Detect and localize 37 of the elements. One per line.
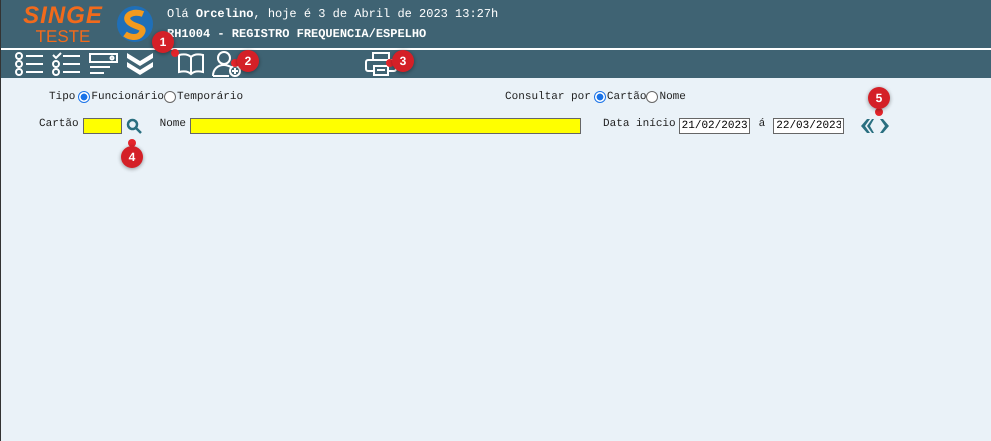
search-by-label: Consultar por: [505, 91, 591, 103]
start-date-label: Data início: [603, 118, 676, 130]
type-radio-option[interactable]: Funcionário: [78, 91, 164, 103]
type-radio-option[interactable]: Temporário: [164, 91, 244, 103]
card-label: Cartão: [39, 118, 79, 130]
checklist-icon[interactable]: [52, 52, 82, 76]
name-label: Nome: [160, 118, 186, 130]
list-icon[interactable]: [15, 52, 45, 76]
name-input-field[interactable]: [190, 118, 582, 134]
start-date-field[interactable]: 21/02/2023: [678, 118, 750, 134]
printer-icon[interactable]: [365, 52, 397, 76]
search-icon[interactable]: [126, 118, 142, 134]
logo-emblem-icon: [115, 4, 155, 44]
search-by-radio-option[interactable]: Cartão: [594, 91, 646, 103]
marker-dot-icon: [128, 139, 136, 147]
radio-icon[interactable]: [646, 91, 658, 103]
radio-icon[interactable]: [594, 91, 606, 103]
form-icon[interactable]: [89, 52, 119, 76]
type-label: Tipo: [49, 91, 76, 103]
radio-icon[interactable]: [164, 91, 176, 103]
step-marker: 5: [868, 87, 890, 109]
radio-icon[interactable]: [78, 91, 90, 103]
logo-text: SINGE: [23, 4, 103, 28]
chevrons-down-icon[interactable]: [126, 51, 154, 77]
end-date-field[interactable]: 22/03/2023: [773, 118, 844, 134]
logo-subtitle: TESTE: [36, 28, 90, 44]
book-icon[interactable]: [177, 52, 205, 76]
next-period-icon[interactable]: [878, 119, 892, 133]
page-title: RH1004 - REGISTRO FREQUENCIA/ESPELHO: [167, 27, 428, 41]
card-input-field[interactable]: [82, 118, 122, 134]
step-marker: 4: [121, 146, 143, 168]
greeting-text: Olá Orcelino, hoje é 3 de Abril de 2023 13:27h: [167, 7, 498, 21]
marker-dot-icon: [875, 108, 883, 116]
add-user-icon[interactable]: [212, 51, 242, 77]
previous-period-icon[interactable]: [861, 119, 874, 133]
search-by-radio-option[interactable]: Nome: [646, 91, 686, 103]
date-separator: á: [758, 118, 766, 130]
